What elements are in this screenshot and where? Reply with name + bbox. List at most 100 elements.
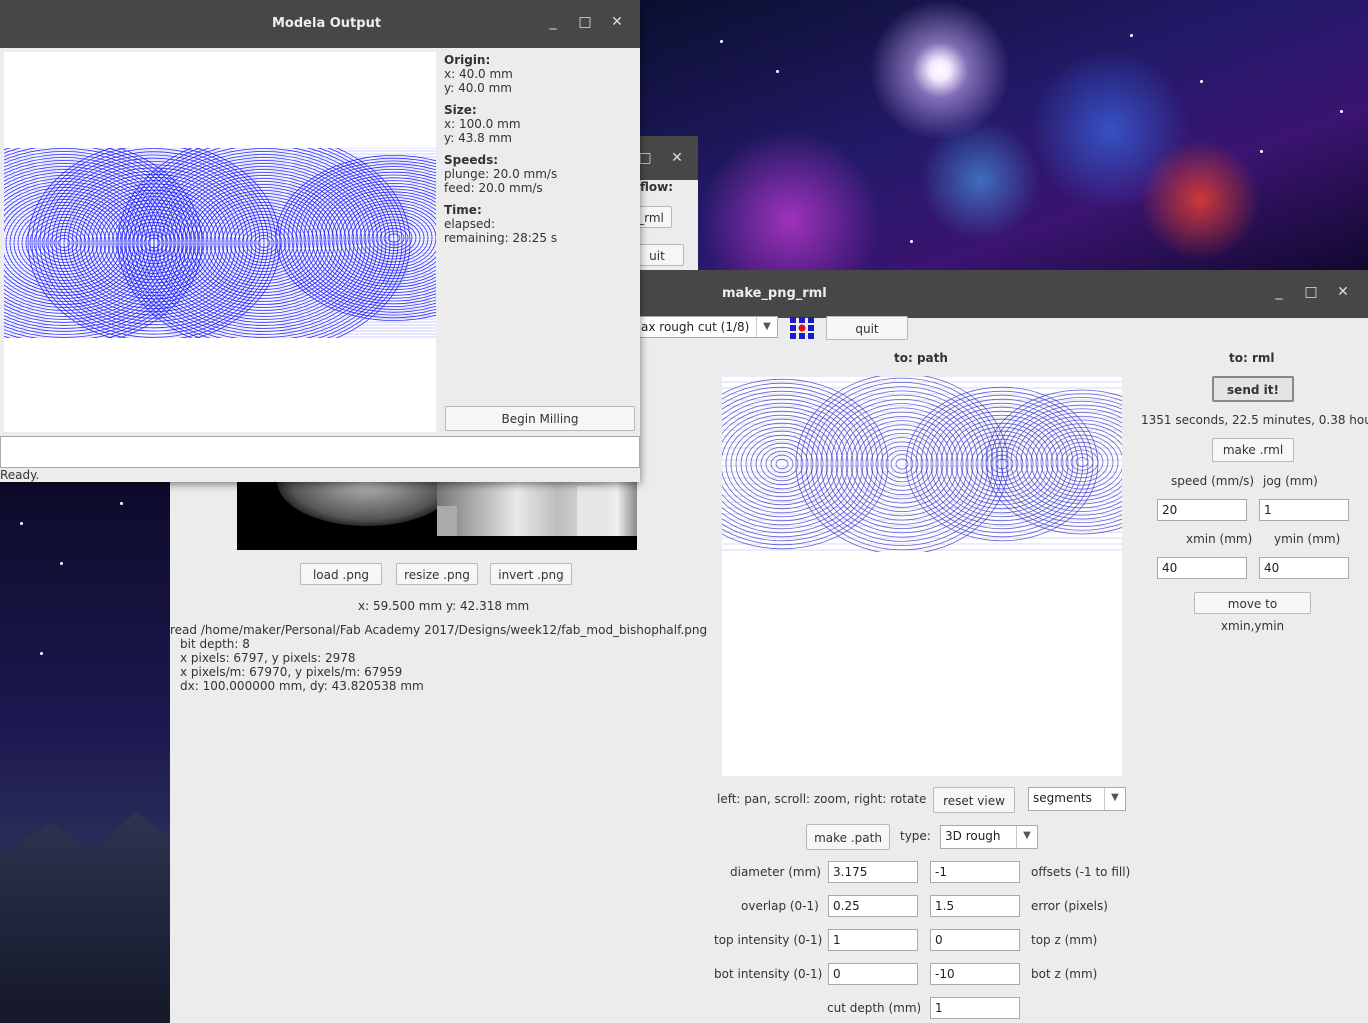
minimize-icon[interactable]: _ — [544, 14, 562, 30]
process-select[interactable]: ax rough cut (1/8) ▼ — [636, 316, 778, 338]
job-info-panel: Origin: x: 40.0 mm y: 40.0 mm Size: x: 1… — [444, 53, 557, 245]
ymin-input[interactable]: 40 — [1259, 557, 1349, 579]
read-path-text: read /home/maker/Personal/Fab Academy 20… — [170, 623, 708, 637]
elapsed-time: elapsed: — [444, 217, 495, 231]
pixel-count-text: x pixels: 6797, y pixels: 2978 — [180, 651, 356, 665]
command-input[interactable] — [0, 436, 640, 468]
send-it-button[interactable]: send it! — [1212, 376, 1294, 402]
offsets-input[interactable]: -1 — [930, 861, 1020, 883]
to-rml-heading: to: rml — [1229, 351, 1275, 365]
cut-depth-input[interactable]: 1 — [930, 997, 1020, 1019]
xmin-label: xmin (mm) — [1186, 532, 1253, 546]
toolpath-ring — [750, 438, 814, 490]
reset-view-button[interactable]: reset view — [933, 787, 1015, 813]
error-input[interactable]: 1.5 — [930, 895, 1020, 917]
modela-titlebar: Modela Output _ □ ✕ — [0, 0, 640, 48]
invert-png-button[interactable]: invert .png — [490, 563, 572, 585]
maximize-icon[interactable]: □ — [576, 14, 594, 30]
jog-input[interactable]: 1 — [1259, 499, 1349, 521]
offsets-label: offsets (-1 to fill) — [1031, 865, 1131, 879]
toolpath-ring — [1035, 427, 1122, 497]
close-icon[interactable]: ✕ — [1334, 284, 1352, 300]
speed-input[interactable]: 20 — [1157, 499, 1247, 521]
toolpath-ring — [820, 394, 984, 534]
speeds-heading: Speeds: — [444, 153, 499, 167]
type-label: type: — [900, 829, 931, 843]
bit-depth-text: bit depth: 8 — [180, 637, 250, 651]
process-select-value: ax rough cut (1/8) — [641, 320, 750, 334]
resize-png-button[interactable]: resize .png — [396, 563, 478, 585]
path-view-canvas[interactable] — [722, 376, 1122, 776]
origin-heading: Origin: — [444, 53, 491, 67]
toolpath-ring — [755, 442, 809, 486]
chevron-down-icon: ▼ — [756, 317, 777, 337]
view-mode-value: segments — [1033, 791, 1092, 805]
overlap-input[interactable]: 0.25 — [828, 895, 918, 917]
origin-y: y: 40.0 mm — [444, 81, 512, 95]
chevron-down-icon: ▼ — [1104, 788, 1125, 810]
toolpath-ring — [975, 442, 1029, 486]
bot-intensity-label: bot intensity (0-1) — [714, 967, 823, 981]
minimize-icon[interactable]: _ — [1270, 284, 1288, 300]
make-path-button[interactable]: make .path — [806, 824, 890, 850]
flow-label: flow: — [640, 180, 674, 194]
png-preview-image — [237, 476, 637, 550]
diameter-input[interactable]: 3.175 — [828, 861, 918, 883]
size-heading: Size: — [444, 103, 477, 117]
toolpath-ring — [920, 398, 1084, 530]
origin-x: x: 40.0 mm — [444, 67, 513, 81]
desktop-wallpaper — [640, 0, 1368, 270]
error-label: error (pixels) — [1031, 899, 1108, 913]
toolpath-ring — [1050, 438, 1114, 486]
toolpath-lines — [722, 376, 1122, 552]
toolpath-ring — [815, 390, 989, 538]
top-z-input[interactable]: 0 — [930, 929, 1020, 951]
toolpath-ring — [770, 454, 794, 474]
xmin-input[interactable]: 40 — [1157, 557, 1247, 579]
maximize-icon[interactable]: □ — [1302, 284, 1320, 300]
pixels-per-meter-text: x pixels/m: 67970, y pixels/m: 67959 — [180, 665, 403, 679]
close-icon[interactable]: ✕ — [668, 150, 686, 166]
time-estimate-text: 1351 seconds, 22.5 minutes, 0.38 hours — [1141, 413, 1368, 427]
modela-output-window: Modela Output _ □ ✕ Origin: x: 40.0 mm y… — [0, 0, 640, 482]
ymin-label: ymin (mm) — [1274, 532, 1341, 546]
toolpath-ring — [825, 399, 979, 529]
status-text: Ready. — [0, 468, 40, 482]
toolpath-ring — [805, 382, 999, 546]
bot-z-input[interactable]: -10 — [930, 963, 1020, 985]
toolpath-ring — [880, 445, 924, 483]
cursor-coordinates: x: 59.500 mm y: 42.318 mm — [358, 599, 530, 613]
toolpath-ring — [870, 437, 934, 491]
toolpath-ring — [865, 433, 939, 496]
window-title: Modela Output — [272, 16, 382, 31]
toolpath-ring — [722, 390, 874, 538]
view-mode-select[interactable]: segments ▼ — [1028, 787, 1126, 811]
desktop-wallpaper-lower — [0, 482, 170, 1023]
begin-milling-button[interactable]: Begin Milling — [445, 406, 635, 431]
size-x: x: 100.0 mm — [444, 117, 521, 131]
type-select-value: 3D rough — [945, 829, 1001, 843]
toolpath-ring — [925, 402, 1079, 526]
plunge-speed: plunge: 20.0 mm/s — [444, 167, 558, 181]
bot-z-label: bot z (mm) — [1031, 967, 1098, 981]
bot-intensity-input[interactable]: 0 — [828, 963, 918, 985]
quit-button[interactable]: quit — [826, 316, 908, 340]
toolpath-ring — [970, 438, 1034, 490]
toolpath-ring — [722, 398, 864, 530]
load-png-button[interactable]: load .png — [300, 563, 382, 585]
toolpath-ring — [830, 403, 974, 525]
move-to-origin-button[interactable]: move to xmin,ymin — [1194, 592, 1311, 633]
top-z-label: top z (mm) — [1031, 933, 1098, 947]
size-y: y: 43.8 mm — [444, 131, 512, 145]
overlap-label: overlap (0-1) — [741, 899, 819, 913]
top-intensity-input[interactable]: 1 — [828, 929, 918, 951]
time-heading: Time: — [444, 203, 482, 217]
toolpath-lines — [4, 148, 436, 338]
to-path-heading: to: path — [894, 351, 948, 365]
cut-depth-label: cut depth (mm) — [827, 1001, 922, 1015]
milling-preview-canvas — [4, 52, 436, 432]
close-icon[interactable]: ✕ — [608, 14, 626, 30]
toolpath-ring — [915, 394, 1089, 534]
make-rml-button[interactable]: make .rml — [1212, 438, 1294, 462]
type-select[interactable]: 3D rough ▼ — [940, 825, 1038, 849]
